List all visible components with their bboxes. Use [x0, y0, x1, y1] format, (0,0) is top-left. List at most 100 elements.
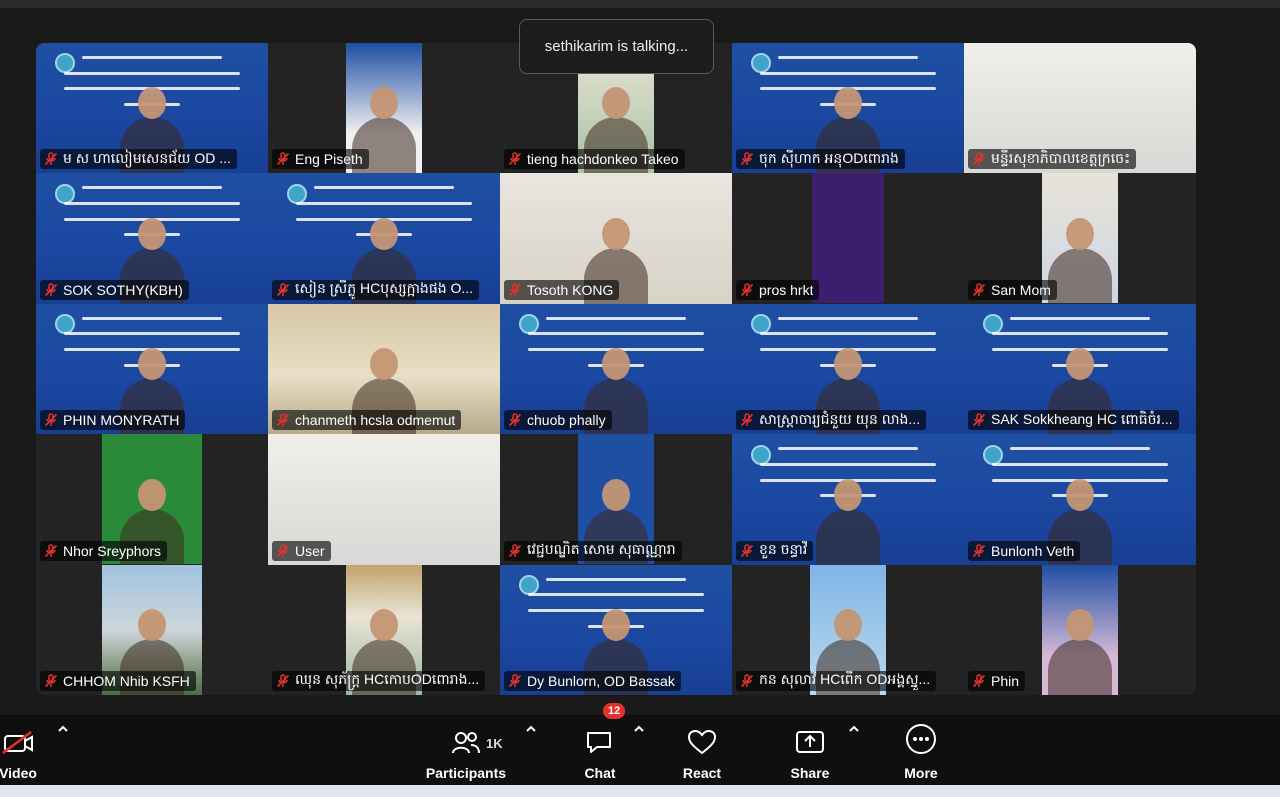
- slide-text-line: [82, 56, 222, 60]
- participant-video-tile[interactable]: chuob phally: [500, 303, 732, 435]
- participant-video-tile[interactable]: វេជ្ជបណ្ឌិត សោម សុធាណ្ណារា: [500, 434, 732, 565]
- participant-name-bar: កន សុលាវី HCពើក ODអង្គស្នួ...: [736, 670, 937, 691]
- participant-video-tile[interactable]: Tosoth KONG: [500, 173, 732, 304]
- mic-muted-icon: [740, 413, 754, 427]
- participant-video-tile[interactable]: CHHOM Nhib KSFH: [36, 564, 268, 695]
- mic-muted-icon: [508, 413, 522, 427]
- participants-count: 1K: [486, 736, 503, 751]
- slide-text-line: [82, 186, 222, 190]
- chat-options-caret-icon[interactable]: [632, 722, 646, 736]
- participants-icon: [451, 715, 481, 755]
- slide-text-line: [778, 447, 918, 451]
- participant-name-bar: chuob phally: [504, 410, 612, 431]
- participant-video-tile[interactable]: Nhor Sreyphors: [36, 434, 268, 565]
- video-options-caret-icon[interactable]: [56, 722, 70, 736]
- participant-name: Nhor Sreyphors: [63, 542, 162, 559]
- talking-indicator-text: sethikarim is talking...: [544, 38, 689, 55]
- mic-muted-icon: [740, 283, 754, 296]
- participant-name-bar: San Mom: [968, 279, 1057, 300]
- more-icon: [905, 715, 937, 755]
- participant-name-bar: សៀន ស្រីភ្លូ HCបុស្សក្អាងផង O...: [272, 279, 480, 300]
- mic-muted-icon: [276, 543, 290, 557]
- participant-video-tile[interactable]: មន្ទីរសុខាភិបាលខេត្តក្រចេះ: [964, 43, 1196, 174]
- participant-name: SOK SOTHY(KBH): [63, 281, 183, 298]
- participant-name-bar: PHIN MONYRATH: [40, 410, 186, 431]
- participant-name: tieng hachdonkeo Takeo: [527, 151, 679, 168]
- slide-text-line: [759, 462, 937, 466]
- participant-name-bar: វេជ្ជបណ្ឌិត សោម សុធាណ្ណារា: [504, 540, 682, 561]
- participant-name: SAK Sokkheang HC ពោធិចំរ...: [991, 410, 1173, 427]
- slide-text-line: [527, 332, 705, 336]
- ministry-logo-icon: [750, 314, 771, 335]
- video-label: Video: [0, 765, 37, 781]
- participant-name-bar: tieng hachdonkeo Takeo: [504, 149, 685, 170]
- participant-video-tile[interactable]: chanmeth hcsla odmemut: [268, 303, 500, 435]
- participant-name-bar: CHHOM Nhib KSFH: [40, 670, 196, 691]
- participant-video-tile[interactable]: Phin: [964, 564, 1196, 695]
- participant-video-tile[interactable]: PHIN MONYRATH: [36, 303, 268, 435]
- ministry-logo-icon: [54, 183, 75, 204]
- participant-video-tile[interactable]: Dy Bunlorn, OD Bassak: [500, 564, 732, 695]
- participant-name-bar: Bunlonh Veth: [968, 540, 1081, 561]
- slide-text-line: [546, 316, 686, 320]
- chat-unread-badge: 12: [603, 703, 626, 719]
- participant-name-bar: SOK SOTHY(KBH): [40, 279, 189, 300]
- participants-label: Participants: [425, 765, 507, 781]
- share-options-caret-icon[interactable]: [847, 722, 861, 736]
- participant-video-tile[interactable]: ខួន ចន្ធាវី: [732, 434, 964, 565]
- participant-name: pros hrkt: [759, 281, 814, 298]
- participant-video-tile[interactable]: SAK Sokkheang HC ពោធិចំរ...: [964, 303, 1196, 435]
- participant-name: Eng Piseth: [295, 151, 363, 168]
- slide-text-line: [1010, 316, 1150, 320]
- share-button[interactable]: Share: [788, 715, 832, 785]
- participant-video-tile[interactable]: ម ស ហាលៀមសេនជ័យ OD ...: [36, 43, 268, 174]
- participant-video-tile[interactable]: pros hrkt: [732, 173, 964, 304]
- os-taskbar-strip: [0, 785, 1280, 797]
- mic-muted-icon: [740, 543, 754, 557]
- more-button[interactable]: More: [899, 715, 943, 785]
- chat-button[interactable]: 12 Chat: [580, 703, 626, 785]
- slide-text-line: [991, 332, 1169, 336]
- participant-name-bar: chanmeth hcsla odmemut: [272, 410, 462, 431]
- participant-name-bar: មន្ទីរសុខាភិបាលខេត្តក្រចេះ: [968, 149, 1137, 170]
- participant-name: ចុក ស៊ីហាក អនុODពោរាង: [759, 149, 899, 166]
- participant-video-tile[interactable]: ឈុន សុភ័ក្ត្រ HCកោបODពោរាង...: [268, 564, 500, 695]
- ministry-logo-icon: [982, 314, 1003, 335]
- participant-video-tile[interactable]: SOK SOTHY(KBH): [36, 173, 268, 304]
- mic-muted-icon: [508, 543, 522, 557]
- participant-video-tile[interactable]: User: [268, 434, 500, 565]
- participant-name: មន្ទីរសុខាភិបាលខេត្តក្រចេះ: [991, 149, 1131, 166]
- participant-name-bar: ចុក ស៊ីហាក អនុODពោរាង: [736, 149, 905, 170]
- participant-video-tile[interactable]: សៀន ស្រីភ្លូ HCបុស្សក្អាងផង O...: [268, 173, 500, 304]
- mic-muted-icon: [276, 413, 290, 427]
- participant-video-tile[interactable]: ចុក ស៊ីហាក អនុODពោរាង: [732, 43, 964, 174]
- participant-name: CHHOM Nhib KSFH: [63, 672, 190, 689]
- slide-text-line: [546, 577, 686, 581]
- participant-name: Tosoth KONG: [527, 281, 614, 298]
- participant-name-bar: Dy Bunlorn, OD Bassak: [504, 670, 681, 691]
- mic-muted-icon: [276, 674, 290, 688]
- participant-name: ឈុន សុភ័ក្ត្រ HCកោបODពោរាង...: [295, 671, 480, 688]
- heart-icon: [687, 715, 717, 755]
- video-off-icon: [1, 715, 35, 755]
- participant-video-tile[interactable]: Eng Piseth: [268, 43, 500, 174]
- react-label: React: [682, 765, 722, 781]
- mic-muted-icon: [972, 543, 986, 557]
- ministry-logo-icon: [286, 183, 307, 204]
- top-strip: [0, 0, 1280, 8]
- talking-indicator: sethikarim is talking...: [519, 19, 714, 74]
- participant-video-tile[interactable]: សាស្ត្រាចារ្យជំនួយ យុន លាង...: [732, 303, 964, 435]
- mic-muted-icon: [972, 413, 986, 427]
- slide-text-line: [991, 462, 1169, 466]
- react-button[interactable]: React: [680, 715, 724, 785]
- participant-video-tile[interactable]: San Mom: [964, 173, 1196, 304]
- mic-muted-icon: [276, 152, 290, 166]
- participant-video-tile[interactable]: Bunlonh Veth: [964, 434, 1196, 565]
- participant-name-bar: Phin: [968, 670, 1026, 691]
- participant-video-tile[interactable]: កន សុលាវី HCពើក ODអង្គស្នួ...: [732, 564, 964, 695]
- participants-options-caret-icon[interactable]: [524, 722, 538, 736]
- participant-name: chanmeth hcsla odmemut: [295, 412, 456, 429]
- video-button[interactable]: Video: [0, 715, 40, 785]
- slide-text-line: [63, 71, 241, 75]
- participant-name-bar: User: [272, 540, 331, 561]
